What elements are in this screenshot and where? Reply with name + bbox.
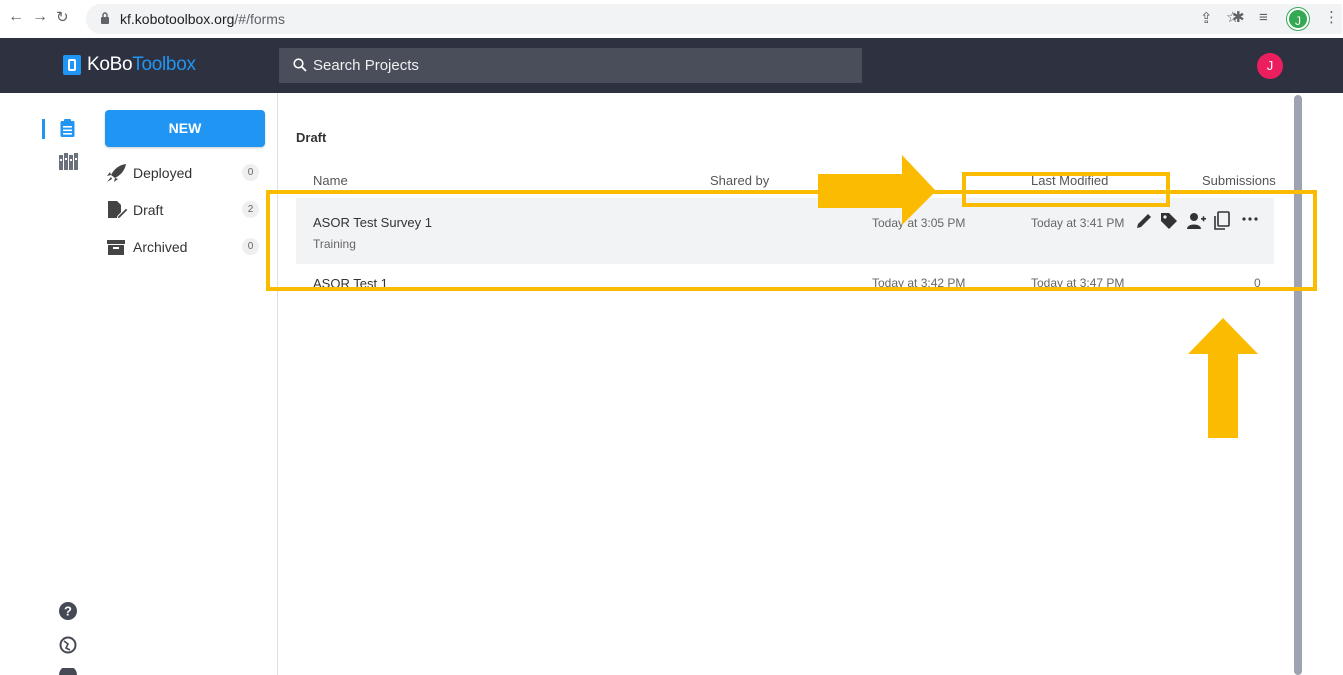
library-icon[interactable] xyxy=(59,153,78,170)
search-input[interactable] xyxy=(313,48,853,83)
extensions-icon[interactable]: ✱ xyxy=(1232,10,1245,26)
rocket-icon xyxy=(107,164,126,182)
projects-clipboard-icon[interactable] xyxy=(60,119,75,137)
archive-box-icon xyxy=(107,240,125,255)
logo-mark-icon xyxy=(63,55,81,75)
scroll-thumb[interactable] xyxy=(1294,95,1302,675)
highlight-last-modified-box xyxy=(962,172,1170,207)
count-badge: 0 xyxy=(242,238,259,255)
help-icon[interactable]: ? xyxy=(59,602,77,620)
reload-icon[interactable]: ↻ xyxy=(56,8,69,26)
new-project-button[interactable]: NEW xyxy=(105,110,265,147)
browser-menu-icon[interactable]: ⋮ xyxy=(1324,10,1339,26)
svg-text:?: ? xyxy=(64,604,72,619)
back-icon[interactable]: ← xyxy=(8,8,24,26)
active-indicator xyxy=(42,119,45,139)
sidebar-item-draft[interactable]: Draft 2 xyxy=(106,198,266,222)
column-header-submissions[interactable]: Submissions xyxy=(1202,173,1276,188)
language-globe-icon[interactable] xyxy=(59,636,77,654)
sidebar-item-label: Draft xyxy=(133,202,164,218)
url-text: kf.kobotoolbox.org/#/forms xyxy=(120,11,285,27)
logo-text-part2: Toolbox xyxy=(132,54,196,75)
share-icon[interactable]: ⇪ xyxy=(1200,11,1213,27)
address-bar[interactable]: kf.kobotoolbox.org/#/forms ⇪ ☆ xyxy=(86,4,1342,34)
logo-text: KoBoToolbox xyxy=(87,54,196,76)
browser-profile-avatar[interactable]: J xyxy=(1287,8,1309,30)
sidebar-item-deployed[interactable]: Deployed 0 xyxy=(106,161,266,185)
column-header-shared-by[interactable]: Shared by xyxy=(710,173,769,188)
kobotoolbox-logo[interactable]: KoBoToolbox xyxy=(63,54,196,76)
left-rail: ? xyxy=(0,93,92,675)
annotation-arrow-up xyxy=(1188,318,1258,438)
logo-text-part1: KoBo xyxy=(87,54,133,75)
sidebar: NEW Deployed 0 Draft 2 Archived 0 xyxy=(92,93,278,675)
column-header-name[interactable]: Name xyxy=(313,173,348,188)
sidebar-item-archived[interactable]: Archived 0 xyxy=(106,235,266,259)
section-title: Draft xyxy=(296,130,327,145)
user-avatar[interactable]: J xyxy=(1257,53,1283,79)
url-host: kf.kobotoolbox.org xyxy=(120,11,235,27)
sidebar-item-label: Archived xyxy=(133,239,188,255)
forward-icon[interactable]: → xyxy=(32,8,48,26)
reading-list-icon[interactable]: ≡ xyxy=(1259,10,1268,26)
search-icon xyxy=(293,58,307,72)
account-icon[interactable] xyxy=(59,668,77,675)
count-badge: 2 xyxy=(242,201,259,218)
search-box[interactable] xyxy=(279,48,862,83)
scrollbar[interactable] xyxy=(1294,93,1302,675)
annotation-arrow-right xyxy=(818,155,936,225)
draft-doc-icon xyxy=(108,201,128,220)
url-path: /#/forms xyxy=(234,11,285,27)
sidebar-item-label: Deployed xyxy=(133,165,193,181)
app-header: KoBoToolbox J xyxy=(0,38,1343,93)
browser-toolbar: ← → ↻ kf.kobotoolbox.org/#/forms ⇪ ☆ ✱ ≡… xyxy=(0,0,1343,38)
lock-icon xyxy=(101,12,109,24)
count-badge: 0 xyxy=(242,164,259,181)
